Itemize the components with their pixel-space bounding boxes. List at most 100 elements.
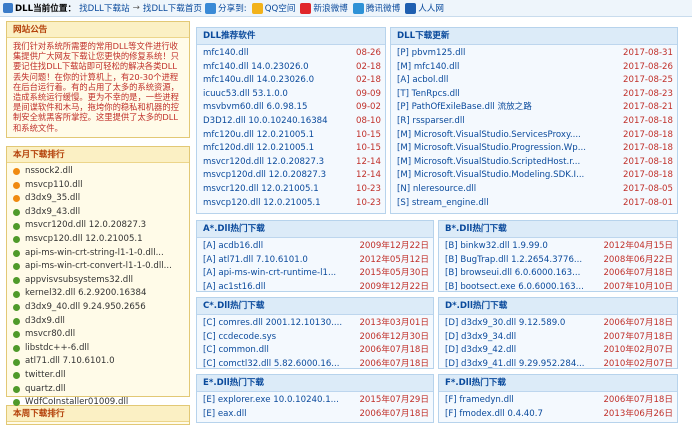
rank-item[interactable]: d3dx9_35.dll xyxy=(13,192,189,206)
list-item[interactable]: [A] atl71.dll 7.10.6101.0 2012年05月12日 xyxy=(197,254,433,268)
file-link[interactable]: [P] pbvm125.dll xyxy=(397,47,620,61)
file-link[interactable]: msvbvm60.dll 6.0.98.15 xyxy=(203,101,353,115)
file-link[interactable]: msvcp120d.dll 12.0.20827.3 xyxy=(203,169,353,183)
rank-item[interactable]: d3dx9.dll xyxy=(13,315,189,329)
file-link[interactable]: mfc140.dll 14.0.23026.0 xyxy=(203,61,353,75)
list-item[interactable]: mfc140u.dll 14.0.23026.0 02-18 xyxy=(197,74,385,88)
rank-item[interactable]: msvcp120.dll 12.0.21005.1 xyxy=(13,233,189,247)
list-item[interactable]: [N] nleresource.dll 2017-08-05 xyxy=(391,183,677,197)
list-item[interactable]: [P] pbvm125.dll 2017-08-31 xyxy=(391,47,677,61)
rank-item[interactable]: quartz.dll xyxy=(13,383,189,397)
file-link[interactable]: [M] mfc140.dll xyxy=(397,61,620,75)
list-item[interactable]: icuuc53.dll 53.1.0.0 09-09 xyxy=(197,88,385,102)
list-item[interactable]: [A] ac1st16.dll 2009年12月22日 xyxy=(197,281,433,291)
file-link[interactable]: [D] d3dx9_30.dll 9.12.589.0 xyxy=(445,317,600,331)
file-link[interactable]: mfc140.dll xyxy=(203,47,353,61)
list-item[interactable]: mfc120u.dll 12.0.21005.1 10-15 xyxy=(197,129,385,143)
list-item[interactable]: [A] acdb16.dll 2009年12月22日 xyxy=(197,240,433,254)
file-link[interactable]: mfc120d.dll 12.0.21005.1 xyxy=(203,142,353,156)
breadcrumb-page-link[interactable]: 找DLL下载首页 xyxy=(143,2,202,14)
share-tencent-weibo-button[interactable]: 腾讯微博 xyxy=(352,2,400,14)
list-item[interactable]: msvcp120d.dll 12.0.20827.3 12-14 xyxy=(197,169,385,183)
file-link[interactable]: [B] binkw32.dll 1.9.99.0 xyxy=(445,240,600,254)
file-link[interactable]: mfc140u.dll 14.0.23026.0 xyxy=(203,74,353,88)
list-item[interactable]: msvbvm60.dll 6.0.98.15 09-02 xyxy=(197,101,385,115)
file-link[interactable]: [E] explorer.exe 10.0.10240.1... xyxy=(203,394,356,408)
rank-item[interactable]: msvcr80.dll xyxy=(13,328,189,342)
file-link[interactable]: [P] PathOfExileBase.dll 流放之路 xyxy=(397,101,620,115)
list-item[interactable]: [B] BugTrap.dll 1.2.2654.3776... 2008年06月… xyxy=(439,254,677,268)
rank-item[interactable]: twitter.dll xyxy=(13,369,189,383)
file-link[interactable]: [N] nleresource.dll xyxy=(397,183,620,197)
rank-item[interactable]: libstdc++-6.dll xyxy=(13,342,189,356)
list-item[interactable]: [F] fmodex.dll 0.4.40.7 2013年06月26日 xyxy=(439,408,677,422)
list-item[interactable]: [M] mfc140.dll 2017-08-26 xyxy=(391,61,677,75)
list-item[interactable]: msvcr120d.dll 12.0.20827.3 12-14 xyxy=(197,156,385,170)
list-item[interactable]: [D] d3dx9_42.dll 2010年02月07日 xyxy=(439,344,677,358)
file-link[interactable]: [D] d3dx9_41.dll 9.29.952.284... xyxy=(445,358,600,368)
list-item[interactable]: [D] d3dx9_34.dll 2007年07月18日 xyxy=(439,331,677,345)
list-item[interactable]: mfc140.dll 14.0.23026.0 02-18 xyxy=(197,61,385,75)
list-item[interactable]: [C] comctl32.dll 5.82.6000.16... 2006年07月… xyxy=(197,358,433,368)
file-link[interactable]: [F] framedyn.dll xyxy=(445,394,600,408)
file-link[interactable]: [R] rssparser.dll xyxy=(397,115,620,129)
file-link[interactable]: [M] Microsoft.VisualStudio.Modeling.SDK.… xyxy=(397,169,620,183)
list-item[interactable]: [R] rssparser.dll 2017-08-18 xyxy=(391,115,677,129)
rank-item[interactable]: api-ms-win-crt-convert-l1-1-0.dll... xyxy=(13,260,189,274)
list-item[interactable]: [M] Microsoft.VisualStudio.ScriptedHost.… xyxy=(391,156,677,170)
file-link[interactable]: msvcp120.dll 12.0.21005.1 xyxy=(203,197,353,211)
list-item[interactable]: D3D12.dll 10.0.10240.16384 08-10 xyxy=(197,115,385,129)
list-item[interactable]: [C] comres.dll 2001.12.10130.... 2013年03月… xyxy=(197,317,433,331)
rank-item[interactable]: appvisvsubsystems32.dll xyxy=(13,274,189,288)
list-item[interactable]: [S] stream_engine.dll 2017-08-01 xyxy=(391,197,677,211)
list-item[interactable]: msvcr120.dll 12.0.21005.1 10-23 xyxy=(197,183,385,197)
file-link[interactable]: [M] Microsoft.VisualStudio.Progression.W… xyxy=(397,142,620,156)
file-link[interactable]: [B] bootsect.exe 6.0.6000.163... xyxy=(445,281,600,291)
list-item[interactable]: [A] api-ms-win-crt-runtime-l1... 2015年05月… xyxy=(197,267,433,281)
file-link[interactable]: [C] ccdecode.sys xyxy=(203,331,356,345)
list-item[interactable]: [T] TenRpcs.dll 2017-08-23 xyxy=(391,88,677,102)
list-item[interactable]: [A] acbol.dll 2017-08-25 xyxy=(391,74,677,88)
file-link[interactable]: msvcr120d.dll 12.0.20827.3 xyxy=(203,156,353,170)
file-link[interactable]: D3D12.dll 10.0.10240.16384 xyxy=(203,115,353,129)
file-link[interactable]: [A] api-ms-win-crt-runtime-l1... xyxy=(203,267,356,281)
list-item[interactable]: mfc120d.dll 12.0.21005.1 10-15 xyxy=(197,142,385,156)
rank-item[interactable]: kernel32.dll 6.2.9200.16384 xyxy=(13,287,189,301)
file-link[interactable]: [T] TenRpcs.dll xyxy=(397,88,620,102)
file-link[interactable]: [A] acbol.dll xyxy=(397,74,620,88)
share-qzone-button[interactable]: QQ空间 xyxy=(251,2,295,14)
list-item[interactable]: [B] bootsect.exe 6.0.6000.163... 2007年10月… xyxy=(439,281,677,291)
list-item[interactable]: [P] PathOfExileBase.dll 流放之路 2017-08-21 xyxy=(391,101,677,115)
list-item[interactable]: [M] Microsoft.VisualStudio.Progression.W… xyxy=(391,142,677,156)
list-item[interactable]: mfc140.dll 08-26 xyxy=(197,47,385,61)
file-link[interactable]: [D] d3dx9_34.dll xyxy=(445,331,600,345)
list-item[interactable]: [F] framedyn.dll 2006年07月18日 xyxy=(439,394,677,408)
rank-item[interactable]: nssock2.dll xyxy=(13,165,189,179)
list-item[interactable]: [E] eax.dll 2006年07月18日 xyxy=(197,408,433,422)
file-link[interactable]: icuuc53.dll 53.1.0.0 xyxy=(203,88,353,102)
file-link[interactable]: [B] BugTrap.dll 1.2.2654.3776... xyxy=(445,254,600,268)
share-renren-button[interactable]: 人人网 xyxy=(405,2,444,14)
rank-item[interactable]: atl71.dll 7.10.6101.0 xyxy=(13,355,189,369)
list-item[interactable]: [E] explorer.exe 10.0.10240.1... 2015年07月… xyxy=(197,394,433,408)
file-link[interactable]: [C] common.dll xyxy=(203,344,356,358)
list-item[interactable]: [M] Microsoft.VisualStudio.ServicesProxy… xyxy=(391,129,677,143)
file-link[interactable]: mfc120u.dll 12.0.21005.1 xyxy=(203,129,353,143)
list-item[interactable]: msvcp120.dll 12.0.21005.1 10-23 xyxy=(197,197,385,211)
file-link[interactable]: [M] Microsoft.VisualStudio.ServicesProxy… xyxy=(397,129,620,143)
list-item[interactable]: [C] ccdecode.sys 2006年12月30日 xyxy=(197,331,433,345)
rank-item[interactable]: msvcr120d.dll 12.0.20827.3 xyxy=(13,219,189,233)
file-link[interactable]: [B] browseui.dll 6.0.6000.163... xyxy=(445,267,600,281)
file-link[interactable]: [C] comres.dll 2001.12.10130.... xyxy=(203,317,356,331)
file-link[interactable]: [S] stream_engine.dll xyxy=(397,197,620,211)
file-link[interactable]: [A] atl71.dll 7.10.6101.0 xyxy=(203,254,356,268)
rank-item[interactable]: api-ms-win-crt-string-l1-1-0.dll... xyxy=(13,247,189,261)
share-weibo-button[interactable]: 新浪微博 xyxy=(300,2,348,14)
list-item[interactable]: [D] d3dx9_30.dll 9.12.589.0 2006年07月18日 xyxy=(439,317,677,331)
list-item[interactable]: [C] common.dll 2006年07月18日 xyxy=(197,344,433,358)
rank-item[interactable]: msvcp110.dll xyxy=(13,179,189,193)
list-item[interactable]: [M] Microsoft.VisualStudio.Modeling.SDK.… xyxy=(391,169,677,183)
file-link[interactable]: msvcr120.dll 12.0.21005.1 xyxy=(203,183,353,197)
file-link[interactable]: [F] fmodex.dll 0.4.40.7 xyxy=(445,408,600,422)
list-item[interactable]: [B] browseui.dll 6.0.6000.163... 2006年07月… xyxy=(439,267,677,281)
